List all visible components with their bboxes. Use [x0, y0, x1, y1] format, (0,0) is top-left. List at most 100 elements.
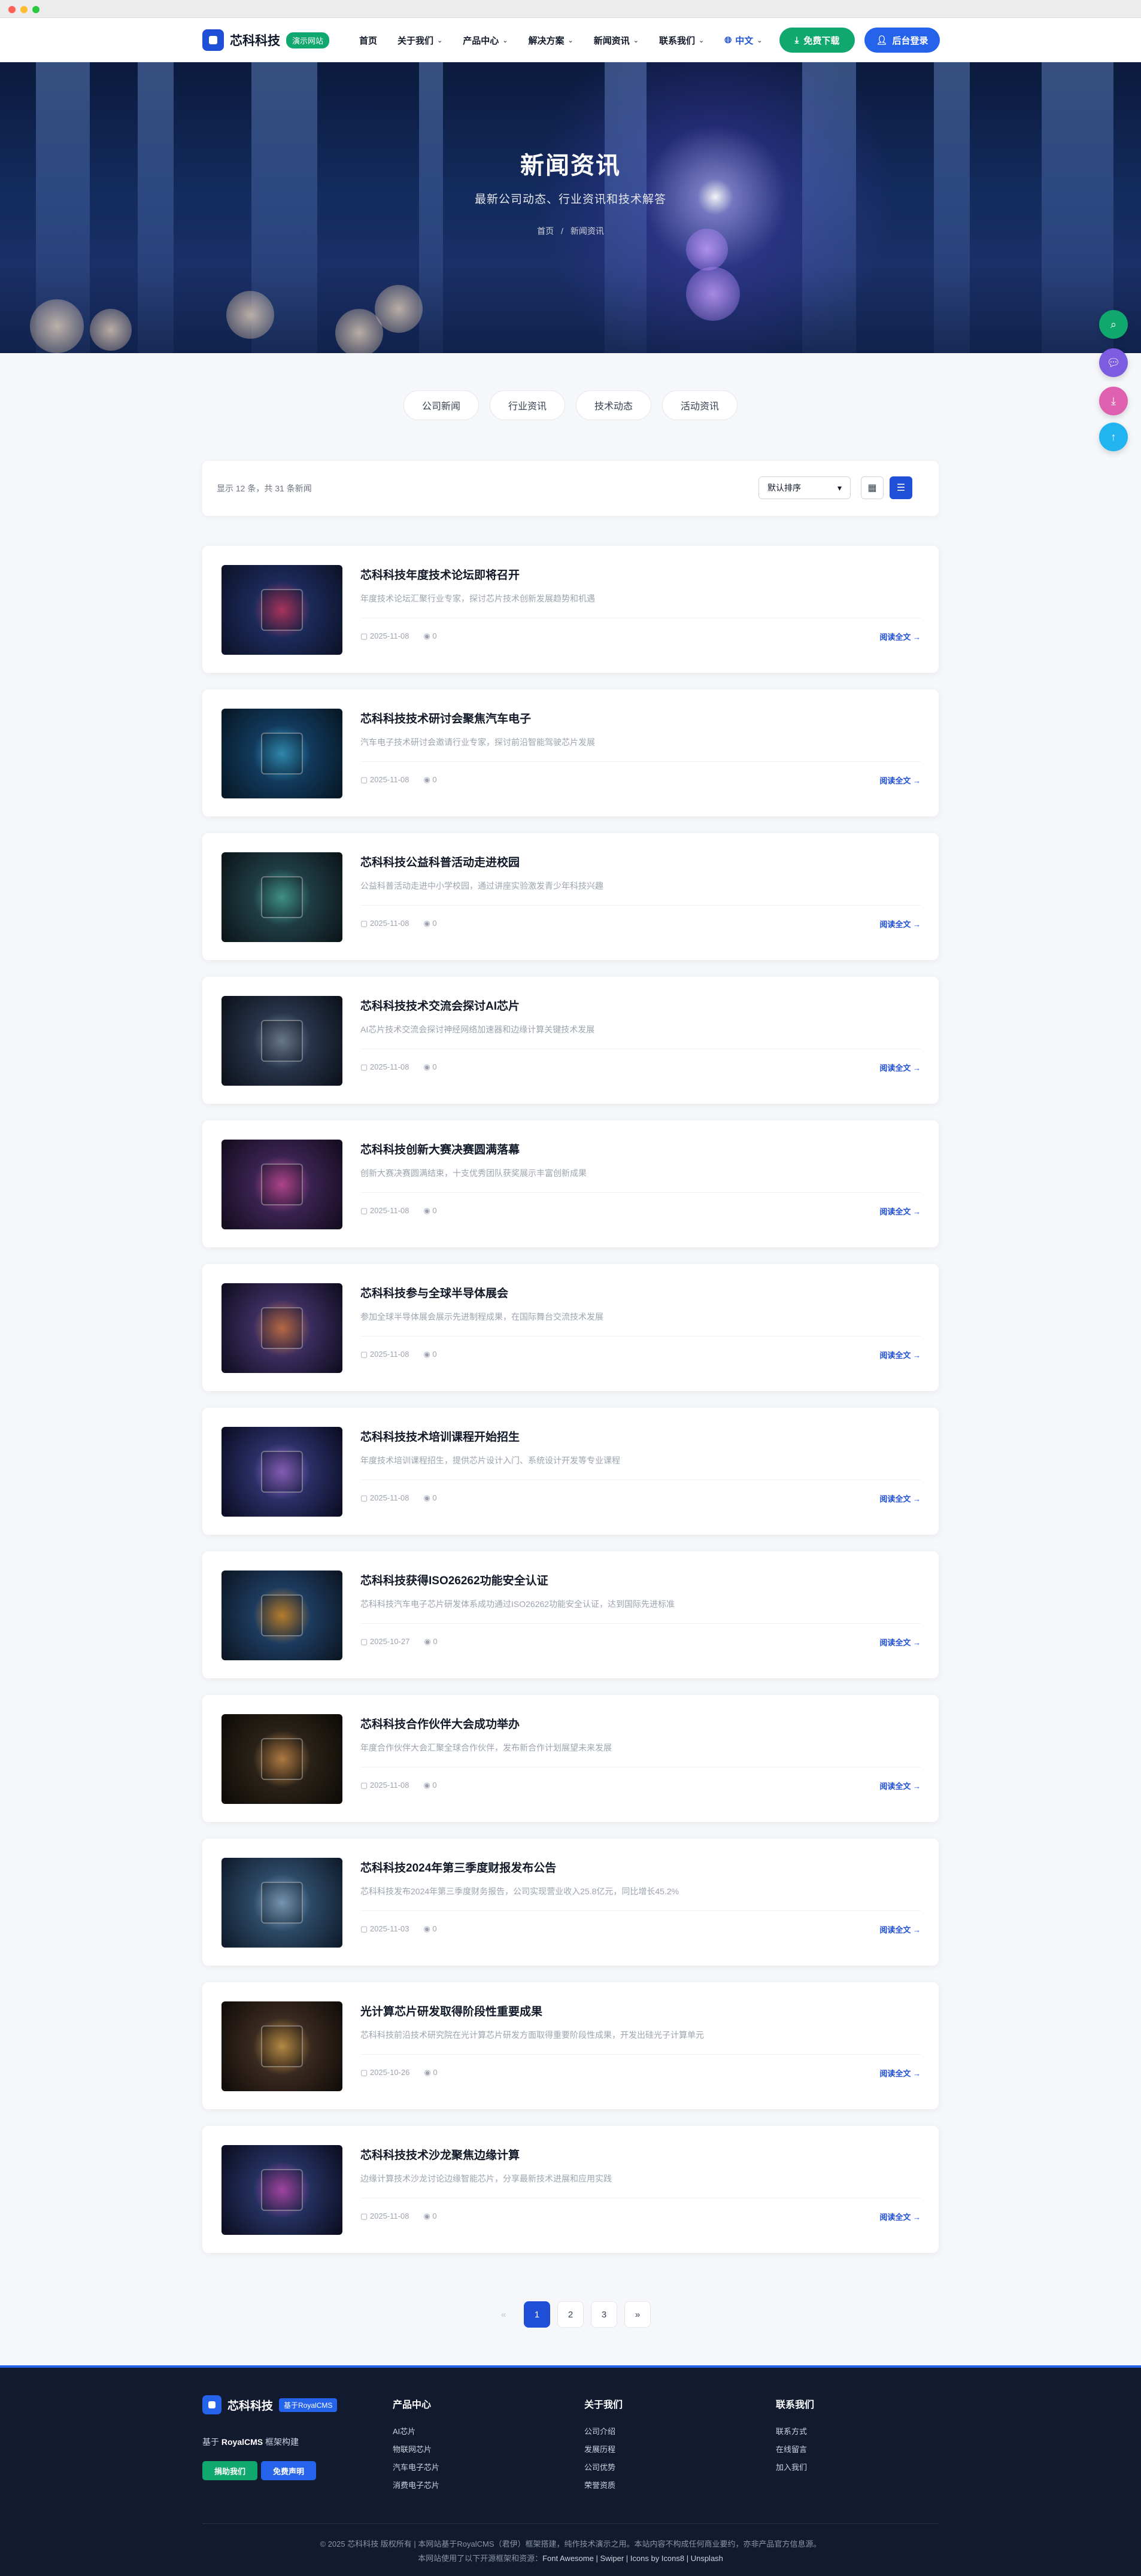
article-card[interactable]: 芯科科技技术培训课程开始招生 年度技术培训课程招生，提供芯片设计入门、系统设计开发… — [202, 1408, 939, 1535]
read-more-link[interactable]: 阅读全文 → — [879, 1780, 921, 1791]
float-search-button[interactable]: ⌕ — [1099, 310, 1128, 339]
language-switcher[interactable]: 🌐︎ 中文 ⌄ — [724, 34, 762, 47]
read-more-link[interactable]: 阅读全文 → — [879, 1062, 921, 1073]
nav-item-label: 产品中心 — [463, 35, 499, 46]
footer-link[interactable]: 公司优势 — [584, 2459, 623, 2477]
admin-login-button[interactable]: 👤︎ 后台登录 — [864, 28, 940, 53]
download-button[interactable]: ⤓ 免费下载 — [779, 28, 855, 53]
chevron-down-icon: ▾ — [837, 482, 842, 493]
article-card[interactable]: 芯科科技合作伙伴大会成功举办 年度合作伙伴大会汇聚全球合作伙伴，发布新合作计划展望… — [202, 1695, 939, 1822]
read-more-link[interactable]: 阅读全文 → — [879, 918, 921, 929]
license-button[interactable]: 免费声明 — [261, 2461, 316, 2480]
article-card[interactable]: 芯科科技技术交流会探讨AI芯片 AI芯片技术交流会探讨神经网络加速器和边缘计算关键… — [202, 977, 939, 1104]
article-title[interactable]: 芯科科技技术研讨会聚焦汽车电子 — [360, 710, 531, 726]
footer-link[interactable]: 荣誉资质 — [584, 2477, 623, 2495]
article-title[interactable]: 芯科科技参与全球半导体展会 — [360, 1284, 508, 1301]
float-chat-button[interactable]: 💬︎ — [1099, 348, 1128, 377]
article-card[interactable]: 芯科科技公益科普活动走进校园 公益科普活动走进中小学校园，通过讲座实验激发青少年科… — [202, 833, 939, 960]
eye-icon: ◉ — [423, 1350, 433, 1359]
read-more-link[interactable]: 阅读全文 → — [879, 2211, 921, 2222]
close-window-dot[interactable] — [8, 6, 16, 13]
article-card[interactable]: 芯科科技技术沙龙聚焦边缘计算 边缘计算技术沙龙讨论边缘智能芯片，分享最新技术进展和… — [202, 2126, 939, 2253]
article-title[interactable]: 芯科科技2024年第三季度财报发布公告 — [360, 1859, 556, 1875]
read-more-link[interactable]: 阅读全文 → — [879, 1924, 921, 1935]
article-card[interactable]: 芯科科技2024年第三季度财报发布公告 芯科科技发布2024年第三季度财务报告，公… — [202, 1839, 939, 1966]
article-thumbnail[interactable] — [221, 2145, 342, 2235]
page-button[interactable]: 3 — [591, 2301, 617, 2328]
read-more-link[interactable]: 阅读全文 → — [879, 1205, 921, 1217]
category-tab[interactable]: 行业资讯 — [489, 390, 565, 420]
eye-icon: ◉ — [424, 2068, 433, 2077]
nav-item[interactable]: 联系我们 ⌄ — [659, 34, 704, 47]
minimize-window-dot[interactable] — [20, 6, 28, 13]
nav-item-label: 新闻资讯 — [593, 35, 630, 46]
article-title[interactable]: 芯科科技创新大赛决赛圆满落幕 — [360, 1141, 520, 1157]
footer-link[interactable]: 公司介绍 — [584, 2423, 623, 2441]
article-title[interactable]: 芯科科技技术培训课程开始招生 — [360, 1428, 520, 1444]
article-title[interactable]: 芯科科技公益科普活动走进校园 — [360, 853, 520, 870]
category-tab[interactable]: 公司新闻 — [403, 390, 479, 420]
article-title[interactable]: 光计算芯片研发取得阶段性重要成果 — [360, 2003, 542, 2019]
category-tab[interactable]: 活动资讯 — [662, 390, 738, 420]
nav-item[interactable]: 首页 — [359, 34, 377, 47]
support-button[interactable]: 捐助我们 — [202, 2461, 257, 2480]
article-title[interactable]: 芯科科技获得ISO26262功能安全认证 — [360, 1572, 548, 1588]
read-more-link[interactable]: 阅读全文 → — [879, 774, 921, 786]
footer-link[interactable]: AI芯片 — [393, 2423, 439, 2441]
article-thumbnail[interactable] — [221, 1714, 342, 1804]
nav-item[interactable]: 产品中心 ⌄ — [463, 34, 508, 47]
list-view-button[interactable]: ☰ — [890, 476, 912, 499]
footer-link[interactable]: 加入我们 — [776, 2459, 814, 2477]
breadcrumb-home[interactable]: 首页 — [537, 226, 554, 236]
footer-link[interactable]: 在线留言 — [776, 2441, 814, 2459]
footer-link[interactable]: 物联网芯片 — [393, 2441, 439, 2459]
article-thumbnail[interactable] — [221, 709, 342, 798]
category-tabs: 公司新闻 行业资讯 技术动态 活动资讯 — [0, 390, 1141, 420]
article-title[interactable]: 芯科科技年度技术论坛即将召开 — [360, 566, 520, 582]
read-more-link[interactable]: 阅读全文 → — [879, 1349, 921, 1360]
page-button[interactable]: 2 — [557, 2301, 584, 2328]
article-thumbnail[interactable] — [221, 852, 342, 942]
nav-item[interactable]: 新闻资讯 ⌄ — [594, 34, 639, 47]
article-thumbnail[interactable] — [221, 1283, 342, 1373]
footer-link[interactable]: 消费电子芯片 — [393, 2477, 439, 2495]
article-thumbnail[interactable] — [221, 1858, 342, 1948]
footer-link[interactable]: 发展历程 — [584, 2441, 623, 2459]
article-card[interactable]: 芯科科技参与全球半导体展会 参加全球半导体展会展示先进制程成果，在国际舞台交流技术… — [202, 1264, 939, 1391]
article-title[interactable]: 芯科科技技术交流会探讨AI芯片 — [360, 997, 520, 1013]
read-more-link[interactable]: 阅读全文 → — [879, 631, 921, 642]
article-thumbnail[interactable] — [221, 996, 342, 1086]
article-card[interactable]: 光计算芯片研发取得阶段性重要成果 芯科科技前沿技术研究院在光计算芯片研发方面取得重… — [202, 1982, 939, 2109]
article-title[interactable]: 芯科科技合作伙伴大会成功举办 — [360, 1715, 520, 1731]
article-meta: ▢ 2025-11-08 ◉ 0 — [360, 2212, 437, 2221]
article-thumbnail[interactable] — [221, 2001, 342, 2091]
article-card[interactable]: 芯科科技年度技术论坛即将召开 年度技术论坛汇聚行业专家，探讨芯片技术创新发展趋势和… — [202, 546, 939, 673]
read-more-link[interactable]: 阅读全文 → — [879, 1636, 921, 1648]
back-to-top-button[interactable]: ↑ — [1099, 423, 1128, 451]
next-page-button[interactable]: » — [624, 2301, 651, 2328]
credits-list[interactable]: Font Awesome | Swiper | Icons by Icons8 … — [542, 2554, 723, 2563]
article-views: ◉ 0 — [423, 1062, 436, 1072]
site-logo[interactable]: 芯科科技 演示网站 — [202, 29, 330, 51]
prev-page-button[interactable]: « — [490, 2301, 517, 2328]
page-button[interactable]: 1 — [524, 2301, 550, 2328]
article-title[interactable]: 芯科科技技术沙龙聚焦边缘计算 — [360, 2146, 520, 2162]
grid-view-button[interactable]: ▦ — [861, 476, 884, 499]
footer-logo[interactable]: 芯科科技 基于RoyalCMS — [202, 2395, 338, 2414]
article-thumbnail[interactable] — [221, 1427, 342, 1517]
sort-select[interactable]: 默认排序 ▾ — [758, 476, 851, 499]
maximize-window-dot[interactable] — [32, 6, 40, 13]
footer-link[interactable]: 汽车电子芯片 — [393, 2459, 439, 2477]
article-thumbnail[interactable] — [221, 565, 342, 655]
article-card[interactable]: 芯科科技技术研讨会聚焦汽车电子 汽车电子技术研讨会邀请行业专家，探讨前沿智能驾驶芯… — [202, 689, 939, 816]
category-tab[interactable]: 技术动态 — [576, 390, 652, 420]
read-more-link[interactable]: 阅读全文 → — [879, 1493, 921, 1504]
article-thumbnail[interactable] — [221, 1570, 342, 1660]
article-card[interactable]: 芯科科技获得ISO26262功能安全认证 芯科科技汽车电子芯片研发体系成功通过IS… — [202, 1551, 939, 1678]
article-card[interactable]: 芯科科技创新大赛决赛圆满落幕 创新大赛决赛圆满结束，十支优秀团队获奖展示丰富创新成… — [202, 1120, 939, 1247]
read-more-link[interactable]: 阅读全文 → — [879, 2067, 921, 2079]
footer-link[interactable]: 联系方式 — [776, 2423, 814, 2441]
nav-item[interactable]: 关于我们 ⌄ — [397, 34, 442, 47]
nav-item[interactable]: 解决方案 ⌄ — [528, 34, 573, 47]
article-thumbnail[interactable] — [221, 1140, 342, 1229]
